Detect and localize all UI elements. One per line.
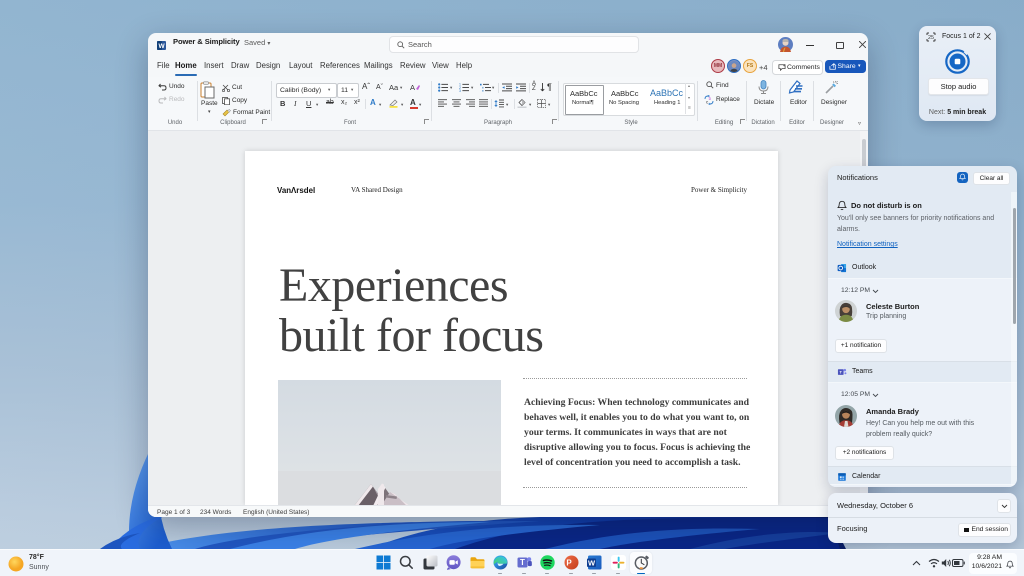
svg-text:3: 3	[459, 89, 461, 92]
svg-text:T: T	[520, 558, 525, 567]
svg-text:P: P	[566, 558, 572, 567]
svg-text:25: 25	[928, 35, 934, 41]
svg-text:W: W	[159, 43, 166, 50]
svg-text:W: W	[588, 559, 596, 568]
svg-text:b: b	[709, 96, 712, 101]
